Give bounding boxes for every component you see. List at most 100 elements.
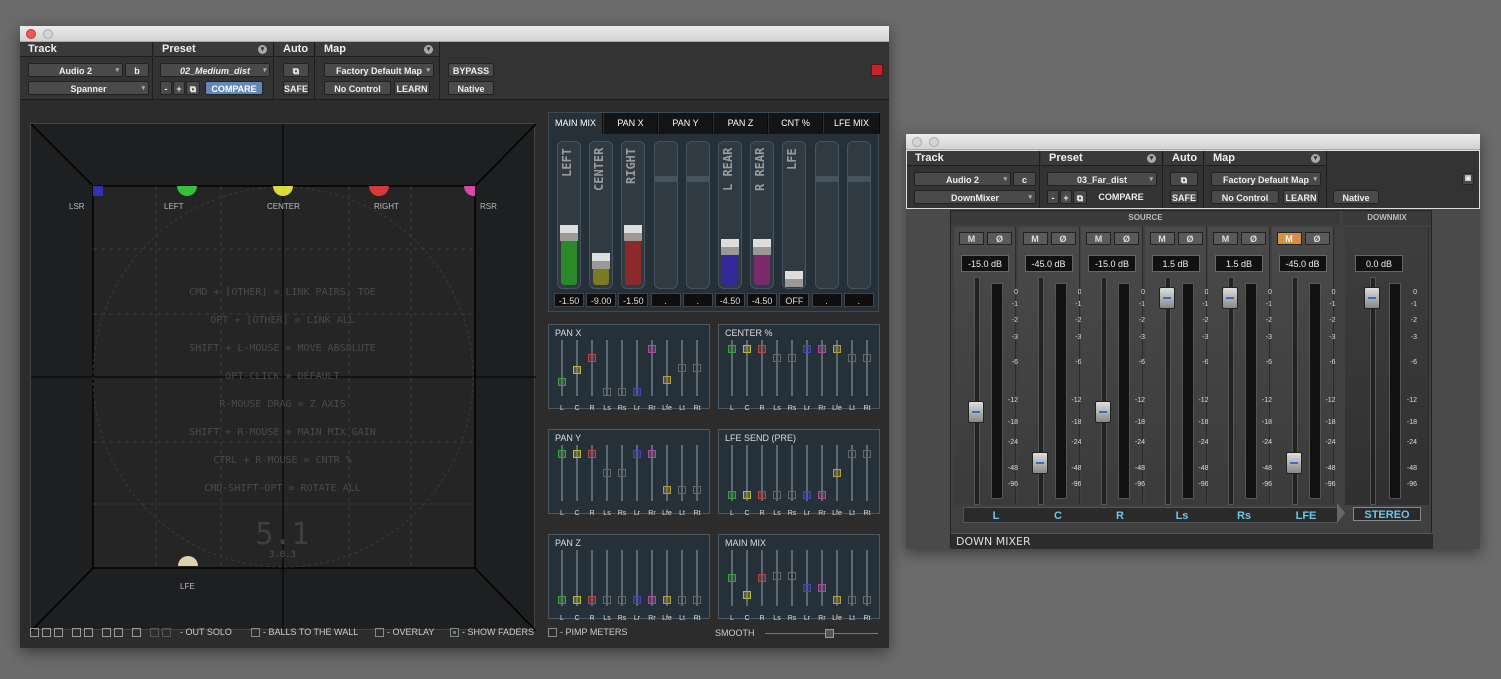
mini-fader-knob[interactable] xyxy=(818,584,826,592)
plugin-select[interactable]: Spanner ▾ xyxy=(28,81,149,95)
mini-fader-knob[interactable] xyxy=(803,345,811,353)
solo-checkbox[interactable] xyxy=(102,628,111,637)
mini-fader-knob[interactable] xyxy=(618,596,626,604)
fader-cap[interactable] xyxy=(1031,452,1048,474)
phase-invert-button[interactable]: Ø xyxy=(1177,232,1203,245)
mini-fader-knob[interactable] xyxy=(693,364,701,372)
phase-invert-button[interactable]: Ø xyxy=(987,232,1012,245)
preset-menu-icon[interactable]: ▾ xyxy=(258,45,267,54)
mini-fader-knob[interactable] xyxy=(618,388,626,396)
solo-checkbox[interactable] xyxy=(72,628,81,637)
stereo-fader-track[interactable] xyxy=(1370,277,1376,505)
mini-fader-knob[interactable] xyxy=(678,596,686,604)
mini-fader-knob[interactable] xyxy=(678,364,686,372)
mini-fader-knob[interactable] xyxy=(788,491,796,499)
mini-fader-knob[interactable] xyxy=(773,354,781,362)
mini-fader-knob[interactable] xyxy=(588,596,596,604)
overlay-checkbox[interactable] xyxy=(375,628,384,637)
mini-fader-knob[interactable] xyxy=(603,469,611,477)
mini-fader-knob[interactable] xyxy=(573,596,581,604)
mini-fader-knob[interactable] xyxy=(863,450,871,458)
mute-button[interactable]: M xyxy=(1276,232,1302,245)
mini-fader-knob[interactable] xyxy=(558,378,566,386)
mini-fader-knob[interactable] xyxy=(633,388,641,396)
copy-settings-icon[interactable]: ⧉ xyxy=(1073,190,1087,204)
mini-fader-knob[interactable] xyxy=(678,486,686,494)
tab-lfe-mix[interactable]: LFE MIX xyxy=(824,113,880,134)
plugin-power-icon[interactable]: ▣ xyxy=(1462,173,1474,185)
solo-checkbox[interactable] xyxy=(150,628,159,637)
tab-cnt-percent[interactable]: CNT % xyxy=(769,113,823,134)
mini-fader-knob[interactable] xyxy=(803,584,811,592)
track-select[interactable]: Audio 2 ▾ xyxy=(914,172,1011,186)
mini-fader-knob[interactable] xyxy=(743,345,751,353)
preset-select[interactable]: 03_Far_dist ▾ xyxy=(1047,172,1157,186)
fader-cap[interactable] xyxy=(968,401,984,423)
safe-button[interactable]: SAFE xyxy=(283,81,309,95)
map-select[interactable]: Factory Default Map ▾ xyxy=(324,63,434,77)
mute-button[interactable]: M xyxy=(1213,232,1238,245)
phase-invert-button[interactable]: Ø xyxy=(1241,232,1266,245)
mini-fader-knob[interactable] xyxy=(848,450,856,458)
tab-pan-y[interactable]: PAN Y xyxy=(659,113,713,134)
mini-fader-knob[interactable] xyxy=(588,450,596,458)
preset-next-button[interactable]: + xyxy=(173,81,185,95)
solo-checkbox[interactable] xyxy=(84,628,93,637)
track-select[interactable]: Audio 2 ▾ xyxy=(28,63,123,77)
control-select[interactable]: No Control xyxy=(1211,190,1279,204)
mini-fader-knob[interactable] xyxy=(788,354,796,362)
mini-fader-knob[interactable] xyxy=(758,574,766,582)
solo-checkbox[interactable] xyxy=(54,628,63,637)
fader-track[interactable] xyxy=(1101,277,1107,505)
fader-cap[interactable] xyxy=(1095,401,1111,423)
close-icon[interactable] xyxy=(26,29,36,39)
mute-button[interactable]: M xyxy=(1022,232,1048,245)
mini-fader-knob[interactable] xyxy=(648,596,656,604)
mini-fader-knob[interactable] xyxy=(618,469,626,477)
control-select[interactable]: No Control xyxy=(324,81,391,95)
mini-fader-knob[interactable] xyxy=(863,354,871,362)
smooth-slider[interactable] xyxy=(765,629,878,638)
mute-button[interactable]: M xyxy=(1149,232,1175,245)
mini-fader-knob[interactable] xyxy=(833,596,841,604)
track-suffix-select[interactable]: c xyxy=(1013,172,1036,186)
preset-prev-button[interactable]: - xyxy=(1047,190,1059,204)
safe-button[interactable]: SAFE xyxy=(1170,190,1198,204)
phase-invert-button[interactable]: Ø xyxy=(1114,232,1139,245)
solo-checkbox[interactable] xyxy=(132,628,141,637)
mini-fader-knob[interactable] xyxy=(758,345,766,353)
map-menu-icon[interactable]: ▾ xyxy=(1311,154,1320,163)
preset-prev-button[interactable]: - xyxy=(160,81,172,95)
solo-checkbox[interactable] xyxy=(162,628,171,637)
fader-track[interactable] xyxy=(1228,277,1234,505)
bypass-button[interactable]: BYPASS xyxy=(448,63,494,77)
plugin-power-icon[interactable] xyxy=(871,64,883,76)
mini-fader-knob[interactable] xyxy=(633,450,641,458)
mini-fader-knob[interactable] xyxy=(648,345,656,353)
map-select[interactable]: Factory Default Map ▾ xyxy=(1211,172,1321,186)
mini-fader-knob[interactable] xyxy=(648,450,656,458)
mini-fader-knob[interactable] xyxy=(603,596,611,604)
mini-fader-knob[interactable] xyxy=(663,376,671,384)
map-menu-icon[interactable]: ▾ xyxy=(424,45,433,54)
mini-fader-knob[interactable] xyxy=(603,388,611,396)
mini-fader-knob[interactable] xyxy=(818,345,826,353)
preset-select[interactable]: 02_Medium_dist ▾ xyxy=(160,63,270,77)
mini-fader-knob[interactable] xyxy=(663,486,671,494)
mini-fader-knob[interactable] xyxy=(848,354,856,362)
preset-next-button[interactable]: + xyxy=(1060,190,1072,204)
mini-fader-knob[interactable] xyxy=(558,450,566,458)
learn-button[interactable]: LEARN xyxy=(1283,190,1319,204)
mini-fader-knob[interactable] xyxy=(728,491,736,499)
mini-fader-knob[interactable] xyxy=(693,596,701,604)
mini-fader-knob[interactable] xyxy=(693,486,701,494)
phase-invert-button[interactable]: Ø xyxy=(1050,232,1076,245)
mini-fader-knob[interactable] xyxy=(833,469,841,477)
mini-fader-knob[interactable] xyxy=(743,491,751,499)
mute-button[interactable]: M xyxy=(1086,232,1111,245)
surround-panner[interactable]: LSR LEFT CENTER RIGHT RSR LFE CMD + [OTH… xyxy=(30,123,536,631)
preset-menu-icon[interactable]: ▾ xyxy=(1147,154,1156,163)
plugin-select[interactable]: DownMixer ▾ xyxy=(914,190,1036,204)
mini-fader-knob[interactable] xyxy=(588,354,596,362)
copy-settings-icon[interactable]: ⧉ xyxy=(186,81,200,95)
